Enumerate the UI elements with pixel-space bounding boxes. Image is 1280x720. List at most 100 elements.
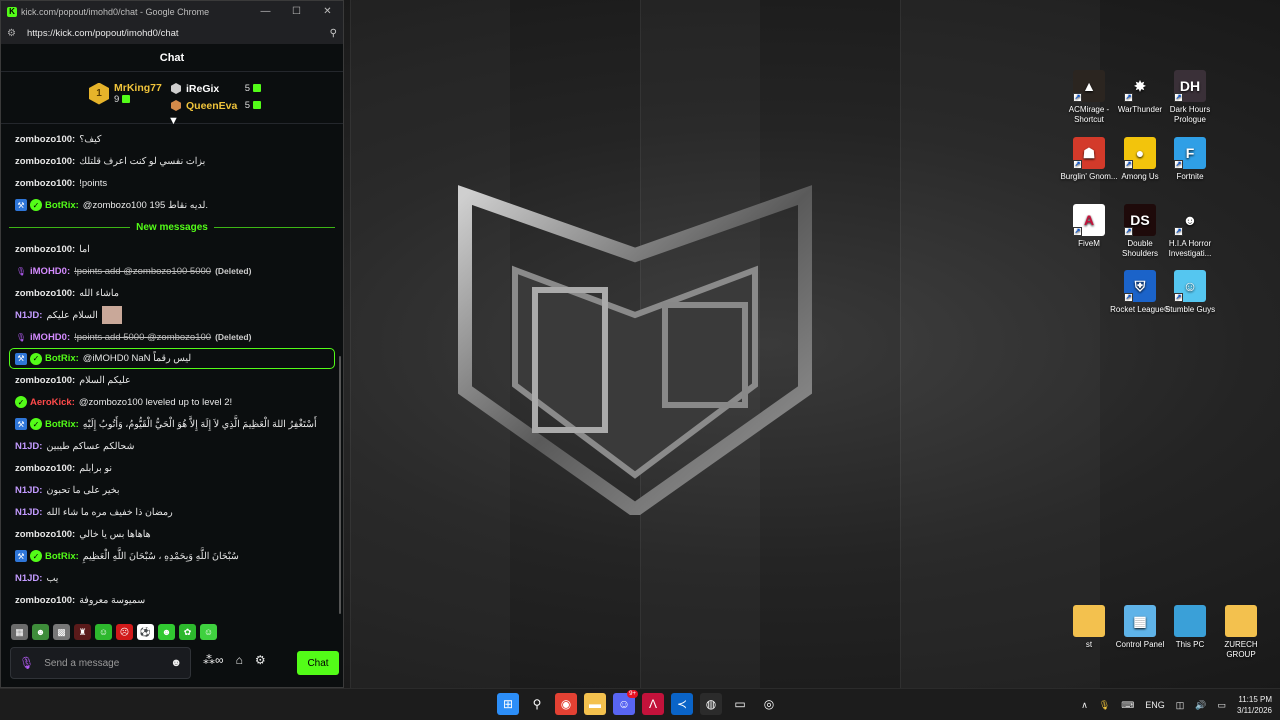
chat-username[interactable]: BotRix — [45, 353, 76, 364]
emote-button[interactable]: ☺ — [200, 624, 217, 640]
window-titlebar[interactable]: K kick.com/popout/imohd0/chat - Google C… — [1, 1, 343, 22]
leaderboard-row[interactable]: QueenEva 5 — [171, 97, 261, 114]
send-chat-button[interactable]: Chat — [297, 651, 339, 675]
chat-username[interactable]: N1JD — [15, 441, 39, 452]
chat-scrollbar[interactable] — [339, 356, 341, 614]
close-button[interactable]: ✕ — [312, 6, 343, 17]
chat-username[interactable]: N1JD — [15, 310, 39, 321]
emote-button[interactable]: ☻ — [32, 624, 49, 640]
emote-button[interactable]: ☺ — [95, 624, 112, 640]
language-indicator[interactable]: ENG — [1145, 700, 1165, 710]
search-icon[interactable]: ⚲ — [526, 693, 548, 715]
chat-username[interactable]: BotRix — [45, 200, 76, 211]
desktop-shortcut[interactable]: F ↗ Fortnite — [1160, 137, 1220, 182]
chat-message[interactable]: ⚒ ✓ BotRix: @zombozo100 195 لديه نقاط. — [1, 194, 343, 216]
app-circle-icon[interactable]: ◎ — [758, 693, 780, 715]
obs-icon[interactable]: ◍ — [700, 693, 722, 715]
start-icon[interactable]: ⊞ — [497, 693, 519, 715]
chrome-icon[interactable]: ◉ — [555, 693, 577, 715]
chat-message[interactable]: zombozo100: ماشاء الله — [1, 282, 343, 304]
emote-button[interactable]: ▦ — [11, 624, 28, 640]
chat-username[interactable]: N1JD — [15, 485, 39, 496]
chat-messages[interactable]: zombozo100: كيف؟ zombozo100: بزات نفسي لو ك… — [1, 128, 343, 618]
chat-username[interactable]: zombozo100 — [15, 178, 72, 189]
microphone-icon[interactable]: 🎙 — [19, 656, 34, 670]
kick-app-icon[interactable]: ▭ — [729, 693, 751, 715]
emote-button[interactable]: ▩ — [53, 624, 70, 640]
desktop-shortcut[interactable]: ZURECH GROUP — [1211, 605, 1271, 660]
chat-message[interactable]: N1JD: السلام عليكم — [1, 304, 343, 326]
minimize-button[interactable]: — — [250, 6, 281, 17]
chat-message[interactable]: ⚒ ✓ BotRix: @iMOHD0 NaN ليس رقماً — [9, 348, 335, 369]
emote-button[interactable]: ☻ — [158, 624, 175, 640]
chat-username[interactable]: N1JD — [15, 507, 39, 518]
maximize-button[interactable]: ☐ — [281, 6, 312, 17]
microphone-tray-icon[interactable]: 🎙 — [1099, 700, 1110, 711]
leaderboard-first[interactable]: 1 MrKing77 9 — [89, 82, 162, 105]
username-colon: : — [39, 440, 43, 452]
zoom-icon[interactable]: ⚲ — [330, 28, 337, 39]
chat-username[interactable]: iMOHD0 — [30, 266, 67, 277]
emote-button[interactable]: ⚽ — [137, 624, 154, 640]
vscode-icon[interactable]: ≺ — [671, 693, 693, 715]
battery-icon[interactable]: ▭ — [1217, 700, 1226, 711]
verified-badge-icon: ✓ — [30, 550, 42, 562]
chat-username[interactable]: zombozo100 — [15, 529, 72, 540]
volume-icon[interactable]: 🔊 — [1195, 700, 1206, 711]
chat-username[interactable]: iMOHD0 — [30, 332, 67, 343]
chat-message[interactable]: zombozo100: سميوسة معروفة — [1, 589, 343, 611]
chat-username[interactable]: zombozo100 — [15, 595, 72, 606]
message-input[interactable] — [44, 657, 155, 669]
chat-message[interactable]: N1JD: شحالكم عساكم طيبين — [1, 435, 343, 457]
show-hidden-icons-icon[interactable]: ∧ — [1081, 700, 1088, 711]
network-icon[interactable]: ◫ — [1176, 700, 1185, 711]
chat-message[interactable]: zombozo100: بزات نفسي لو كنت اعرف قلتلك — [1, 150, 343, 172]
collapse-leaderboard-icon[interactable]: ▼ — [168, 115, 179, 127]
chat-username[interactable]: N1JD — [15, 573, 39, 584]
chat-message[interactable]: zombozo100: !points — [1, 172, 343, 194]
chat-username[interactable]: BotRix — [45, 551, 76, 562]
store-icon[interactable]: ⌂ — [236, 653, 243, 667]
chat-message[interactable]: zombozo100: اما — [1, 238, 343, 260]
settings-gear-icon[interactable]: ⚙ — [255, 653, 266, 667]
chat-message[interactable]: ⚒ ✓ BotRix: سُبْحَانَ اللَّهِ وَبِحَمْدِهِ … — [1, 545, 343, 567]
chat-message[interactable]: N1JD: رمضان ذا خفيف مره ما شاء الله — [1, 501, 343, 523]
address-bar[interactable]: ⚙ https://kick.com/popout/imohd0/chat ⚲ — [1, 22, 343, 44]
clock[interactable]: 11:15 PM 3/11/2026 — [1237, 694, 1272, 716]
chat-message[interactable]: 🎙 iMOHD0: !points add @zombozo100 5000 (Del… — [1, 260, 343, 282]
site-info-icon[interactable]: ⚙ — [7, 28, 19, 39]
fortnite-icon: F ↗ — [1174, 137, 1206, 169]
chat-username[interactable]: zombozo100 — [15, 244, 72, 255]
chat-username[interactable]: zombozo100 — [15, 134, 72, 145]
leaderboard-name: QueenEva — [186, 99, 238, 112]
keyboard-icon[interactable]: ⌨ — [1121, 700, 1134, 711]
url-text[interactable]: https://kick.com/popout/imohd0/chat — [27, 28, 179, 39]
chat-message[interactable]: 🎙 iMOHD0: !points add 5000 @zombozo100 (Del… — [1, 326, 343, 348]
points-icon[interactable]: ⁂∞ — [203, 653, 224, 667]
chat-message[interactable]: zombozo100: هاهاها بس يا خالي — [1, 523, 343, 545]
discord-icon[interactable]: ☺ 9+ — [613, 690, 638, 715]
chat-username[interactable]: zombozo100 — [15, 463, 72, 474]
chat-message[interactable]: zombozo100: كيف؟ — [1, 128, 343, 150]
emote-button[interactable]: ☹ — [116, 624, 133, 640]
chat-username[interactable]: AeroKick — [30, 397, 72, 408]
emote-button[interactable]: ♜ — [74, 624, 91, 640]
chat-username[interactable]: zombozo100 — [15, 288, 72, 299]
emote-button[interactable]: ✿ — [179, 624, 196, 640]
chat-message[interactable]: ✓ AeroKick: @zombozo100 leveled up to leve… — [1, 391, 343, 413]
desktop-shortcut[interactable]: ☺ ↗ Stumble Guys — [1160, 270, 1220, 315]
chat-username[interactable]: zombozo100 — [15, 375, 72, 386]
chat-username[interactable]: zombozo100 — [15, 156, 72, 167]
chat-username[interactable]: BotRix — [45, 419, 76, 430]
chat-message[interactable]: zombozo100: عليكم السلام — [1, 369, 343, 391]
file-explorer-icon[interactable]: ▬ — [584, 693, 606, 715]
chat-message[interactable]: N1JD: بخير على ما تحبون — [1, 479, 343, 501]
chat-message[interactable]: ⚒ ✓ BotRix: أَسْتَغْفِرُ اللهَ الْعَظِيمَ ا… — [1, 413, 343, 435]
desktop-shortcut[interactable]: ☻ ↗ H.I.A Horror Investigati... — [1160, 204, 1220, 259]
leaderboard-row[interactable]: iReGix 5 — [171, 80, 261, 97]
chat-message[interactable]: N1JD: يب — [1, 567, 343, 589]
emoji-picker-icon[interactable]: ☻ — [170, 657, 182, 669]
desktop-shortcut[interactable]: DH ↗ Dark Hours Prologue — [1160, 70, 1220, 125]
app-red-icon[interactable]: Λ — [642, 693, 664, 715]
chat-message[interactable]: zombozo100: نو برابلم — [1, 457, 343, 479]
